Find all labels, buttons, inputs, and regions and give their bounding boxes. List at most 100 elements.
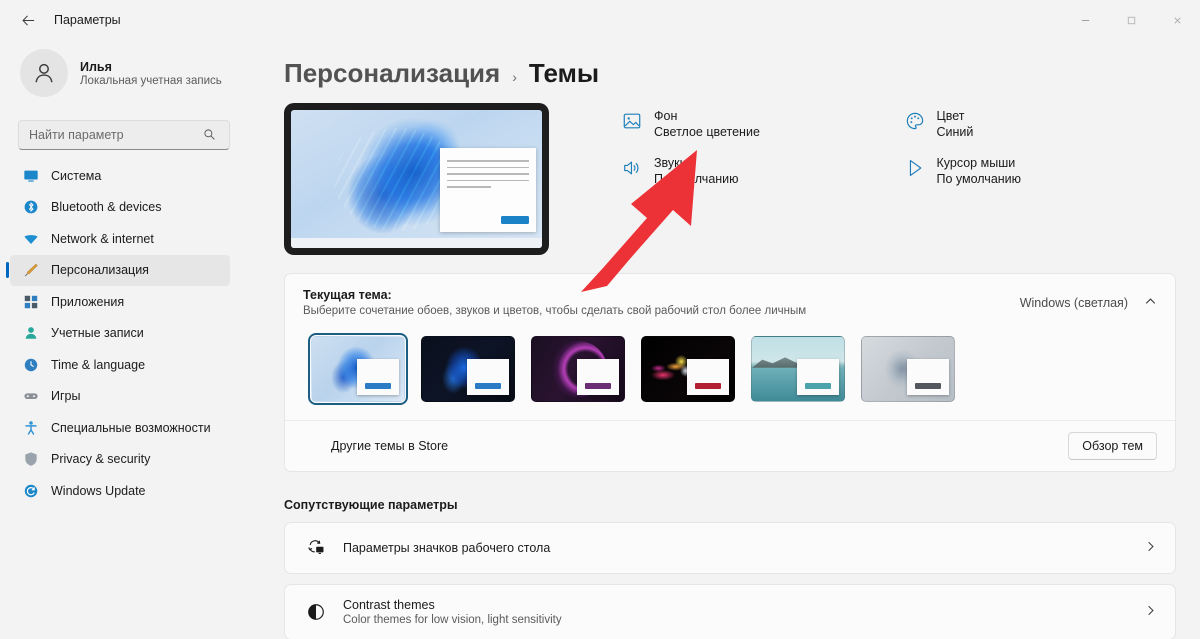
sidebar-item-privacy-security[interactable]: Privacy & security bbox=[10, 444, 230, 475]
preview-window-card bbox=[440, 148, 536, 232]
apps-icon bbox=[22, 293, 39, 310]
preview-accent-button bbox=[501, 216, 529, 224]
thumbnail-window bbox=[357, 359, 399, 395]
chevron-up-icon[interactable] bbox=[1144, 295, 1157, 311]
related-row-subtitle: Color themes for low vision, light sensi… bbox=[343, 614, 562, 626]
current-theme-title: Текущая тема: bbox=[303, 288, 392, 302]
thumbnail-window bbox=[687, 359, 729, 395]
tile-sounds[interactable]: Звуки По умолчанию bbox=[621, 156, 894, 186]
sidebar-item-system[interactable]: Система bbox=[10, 160, 230, 191]
brush-icon bbox=[22, 262, 39, 279]
sidebar-item-label: Специальные возможности bbox=[51, 420, 211, 435]
preview-text-line bbox=[447, 179, 529, 181]
store-label: Другие темы в Store bbox=[331, 439, 449, 453]
sidebar-item-windows-update[interactable]: Windows Update bbox=[10, 475, 230, 506]
thumbnail-window bbox=[907, 359, 949, 395]
account-name: Илья bbox=[80, 59, 112, 74]
minimize-button[interactable] bbox=[1062, 0, 1108, 40]
search-input[interactable] bbox=[18, 120, 230, 150]
sidebar-item-label: Network & internet bbox=[51, 231, 154, 246]
browse-themes-button[interactable]: Обзор тем bbox=[1068, 432, 1157, 460]
current-theme-description: Выберите сочетание обоев, звуков и цвето… bbox=[303, 305, 807, 317]
clock-icon bbox=[22, 356, 39, 373]
thumbnail-window bbox=[577, 359, 619, 395]
theme-thumbnail[interactable] bbox=[641, 336, 735, 402]
person-icon bbox=[35, 63, 53, 83]
theme-thumbnail[interactable] bbox=[751, 336, 845, 402]
current-theme-header[interactable]: Текущая тема: Выберите сочетание обоев, … bbox=[285, 274, 1175, 330]
back-button[interactable] bbox=[6, 4, 50, 36]
bluetooth-icon bbox=[22, 199, 39, 216]
gamepad-icon bbox=[22, 388, 39, 405]
account-subtitle: Локальная учетная запись bbox=[80, 74, 222, 87]
theme-thumbnail[interactable] bbox=[421, 336, 515, 402]
breadcrumb-parent[interactable]: Персонализация bbox=[284, 58, 500, 89]
theme-thumbnail-list bbox=[285, 330, 1175, 420]
thumbnail-accent bbox=[805, 383, 831, 389]
theme-preview-monitor bbox=[284, 103, 549, 255]
preview-text-line bbox=[447, 186, 492, 188]
sidebar-item-label: Система bbox=[51, 168, 102, 183]
tile-text: Звуки По умолчанию bbox=[654, 156, 739, 186]
sidebar-item-personalization[interactable]: Персонализация bbox=[6, 254, 230, 286]
palette-icon bbox=[904, 110, 926, 132]
sidebar: Илья Локальная учетная запись Система bbox=[0, 40, 240, 639]
sidebar-item-time-language[interactable]: Time & language bbox=[10, 349, 230, 380]
preview-taskbar bbox=[291, 238, 542, 248]
thumbnail-window bbox=[797, 359, 839, 395]
store-row: Другие темы в Store Обзор тем bbox=[285, 420, 1175, 471]
tile-background[interactable]: Фон Светлое цветение bbox=[621, 109, 894, 139]
avatar bbox=[20, 49, 68, 97]
tile-color[interactable]: Цвет Синий bbox=[904, 109, 1177, 139]
breadcrumb-separator-icon: › bbox=[512, 69, 517, 85]
related-row-text: Contrast themes Color themes for low vis… bbox=[343, 598, 1128, 626]
close-button[interactable] bbox=[1154, 0, 1200, 40]
tile-title: Курсор мыши bbox=[936, 156, 1016, 170]
related-row-contrast-themes[interactable]: Contrast themes Color themes for low vis… bbox=[284, 584, 1176, 639]
back-arrow-icon bbox=[21, 14, 34, 26]
cursor-icon bbox=[904, 157, 926, 179]
sidebar-item-gaming[interactable]: Игры bbox=[10, 381, 230, 412]
tile-text: Цвет Синий bbox=[937, 109, 974, 139]
tile-title: Цвет bbox=[936, 109, 965, 123]
account-block[interactable]: Илья Локальная учетная запись bbox=[8, 40, 232, 102]
wifi-icon bbox=[22, 230, 39, 247]
sidebar-item-label: Игры bbox=[51, 389, 81, 403]
theme-thumbnail[interactable] bbox=[308, 333, 408, 405]
maximize-icon bbox=[1127, 16, 1135, 24]
desktop-icons-icon bbox=[305, 537, 327, 559]
tile-text: Курсор мыши По умолчанию bbox=[937, 156, 1022, 186]
sidebar-nav: Система Bluetooth & devices Network & in… bbox=[6, 160, 232, 507]
sidebar-item-accounts[interactable]: Учетные записи bbox=[10, 318, 230, 349]
preview-screen bbox=[291, 110, 542, 248]
related-settings-title: Сопутствующие параметры bbox=[284, 498, 458, 512]
sidebar-item-label: Bluetooth & devices bbox=[51, 200, 162, 214]
thumbnail-accent bbox=[915, 383, 941, 389]
related-row-text: Параметры значков рабочего стола bbox=[343, 541, 1128, 555]
page-title: Темы bbox=[528, 58, 600, 88]
thumbnail-accent bbox=[365, 383, 391, 389]
window-title: Параметры bbox=[54, 13, 121, 27]
sidebar-item-network-internet[interactable]: Network & internet bbox=[10, 223, 230, 254]
thumbnail-accent bbox=[695, 383, 721, 389]
window-body: Илья Локальная учетная запись Система bbox=[0, 40, 1200, 639]
window-controls bbox=[1062, 0, 1200, 40]
close-icon bbox=[1173, 16, 1181, 24]
sidebar-item-bluetooth-devices[interactable]: Bluetooth & devices bbox=[10, 192, 230, 223]
theme-thumbnail[interactable] bbox=[861, 336, 955, 402]
account-text: Илья Локальная учетная запись bbox=[80, 60, 222, 87]
thumbnail-accent bbox=[475, 383, 501, 389]
main-content: Персонализация › Темы Фон Светлое цветен… bbox=[240, 40, 1200, 639]
breadcrumb: Персонализация › Темы bbox=[284, 40, 1176, 103]
maximize-button[interactable] bbox=[1108, 0, 1154, 40]
sidebar-item-label: Privacy & security bbox=[51, 452, 151, 466]
tile-mouse-cursor[interactable]: Курсор мыши По умолчанию bbox=[904, 156, 1177, 186]
related-row-desktop-icons[interactable]: Параметры значков рабочего стола bbox=[284, 522, 1176, 574]
current-theme-card: Текущая тема: Выберите сочетание обоев, … bbox=[284, 273, 1176, 472]
accessibility-icon bbox=[22, 419, 39, 436]
theme-thumbnail[interactable] bbox=[531, 336, 625, 402]
sidebar-item-apps[interactable]: Приложения bbox=[10, 286, 230, 317]
tile-title: Звуки bbox=[654, 156, 687, 170]
sidebar-item-accessibility[interactable]: Специальные возможности bbox=[10, 412, 230, 443]
tile-subtitle: По умолчанию bbox=[936, 172, 1022, 186]
